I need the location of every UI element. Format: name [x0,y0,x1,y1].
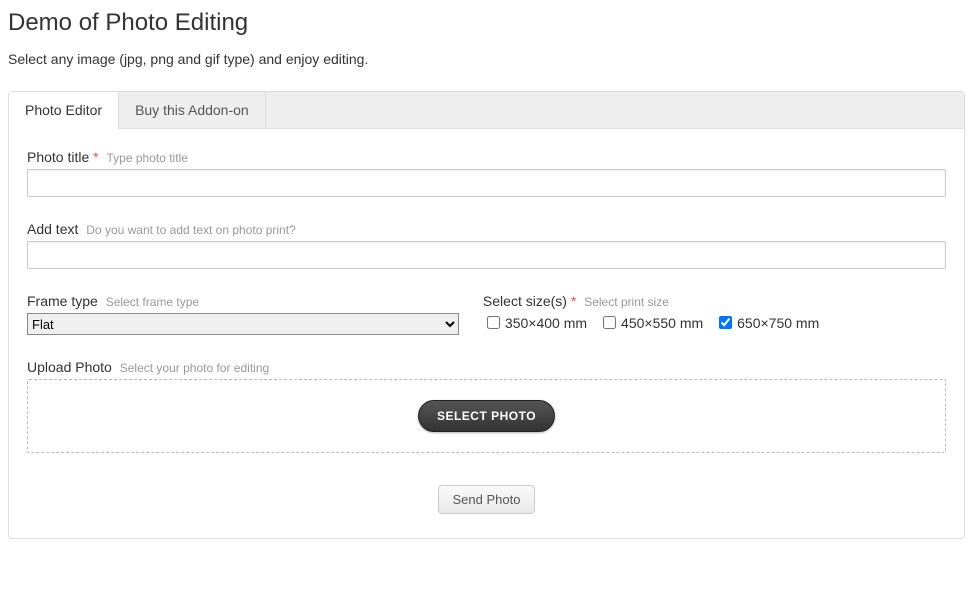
add-text-label: Add text [27,221,78,237]
size-option-0[interactable]: 350×400 mm [483,313,587,332]
tab-buy-addon[interactable]: Buy this Addon-on [119,92,266,128]
size-checkbox-1[interactable] [603,316,616,329]
select-photo-button[interactable]: SELECT PHOTO [418,400,555,432]
size-label-1: 450×550 mm [621,315,703,331]
upload-dropzone[interactable]: SELECT PHOTO [27,379,946,453]
tab-content-editor: Photo title * Type photo title Add text … [9,129,964,538]
tabs-container: Photo Editor Buy this Addon-on Photo tit… [8,91,965,539]
upload-photo-hint: Select your photo for editing [120,361,269,375]
send-photo-button[interactable]: Send Photo [438,485,536,514]
field-photo-title: Photo title * Type photo title [27,149,946,197]
frame-type-select[interactable]: Flat [27,313,459,335]
sizes-label: Select size(s) [483,293,567,309]
size-label-2: 650×750 mm [737,315,819,331]
frame-type-hint: Select frame type [106,295,199,309]
add-text-hint: Do you want to add text on photo print? [86,223,295,237]
photo-title-hint: Type photo title [107,151,188,165]
field-select-sizes: Select size(s) * Select print size 350×4… [483,293,946,332]
photo-title-input[interactable] [27,169,946,197]
size-label-0: 350×400 mm [505,315,587,331]
page-intro: Select any image (jpg, png and gif type)… [8,51,965,67]
frame-type-label: Frame type [27,293,98,309]
tab-bar: Photo Editor Buy this Addon-on [9,92,964,129]
required-marker: * [93,149,98,165]
size-option-2[interactable]: 650×750 mm [715,313,819,332]
size-option-1[interactable]: 450×550 mm [599,313,703,332]
size-checkbox-0[interactable] [487,316,500,329]
sizes-hint: Select print size [584,295,669,309]
add-text-input[interactable] [27,241,946,269]
field-add-text: Add text Do you want to add text on phot… [27,221,946,269]
size-checkbox-2[interactable] [719,316,732,329]
page-title: Demo of Photo Editing [8,9,965,37]
upload-photo-label: Upload Photo [27,359,112,375]
photo-title-label: Photo title [27,149,89,165]
field-upload-photo: Upload Photo Select your photo for editi… [27,359,946,453]
required-marker: * [571,293,576,309]
field-frame-type: Frame type Select frame type Flat [27,293,459,335]
tab-photo-editor[interactable]: Photo Editor [9,92,119,129]
